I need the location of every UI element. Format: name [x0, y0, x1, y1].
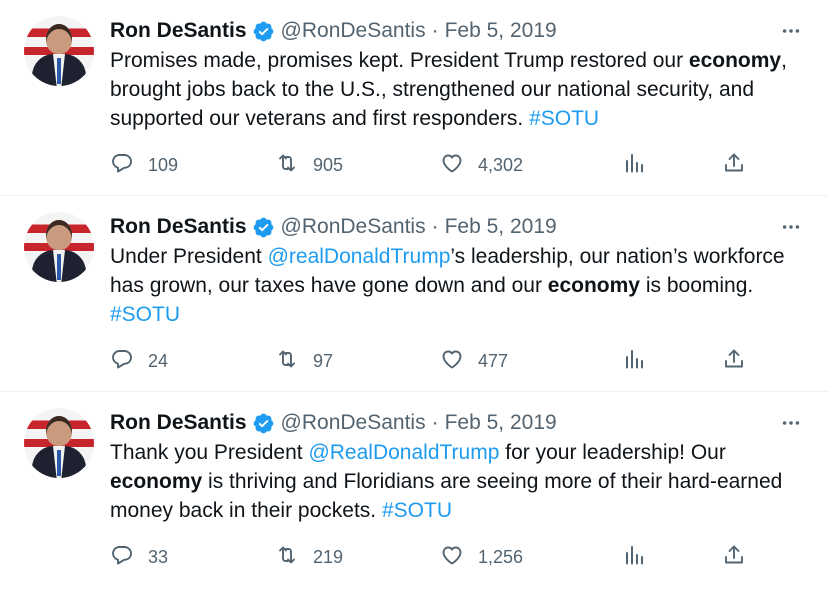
- separator-dot: ·: [431, 19, 439, 42]
- tweet-header: Ron DeSantis @RonDeSantis · Feb 5, 2019: [110, 408, 804, 438]
- hashtag-link[interactable]: #SOTU: [529, 107, 599, 130]
- reply-count: 24: [148, 350, 169, 371]
- share-button[interactable]: [722, 346, 746, 376]
- reply-count: 109: [148, 154, 179, 175]
- tweet[interactable]: Ron DeSantis @RonDeSantis · Feb 5, 2019 …: [0, 392, 828, 588]
- tweet-text-segment: Promises made, promises kept. President …: [110, 49, 689, 72]
- reply-button[interactable]: 33: [110, 542, 168, 572]
- like-icon: [440, 543, 464, 572]
- avatar-tie: [57, 58, 61, 84]
- retweet-icon: [275, 543, 299, 572]
- share-icon: [722, 151, 746, 180]
- retweet-count: 97: [313, 350, 334, 371]
- tweet-actions: 109 905 4,302: [110, 150, 810, 180]
- like-count: 477: [478, 350, 509, 371]
- mention-link[interactable]: @realDonaldTrump: [268, 245, 451, 268]
- tweet-text-segment: for your leadership! Our: [499, 441, 726, 464]
- author-handle[interactable]: @RonDeSantis: [281, 19, 426, 43]
- author-handle[interactable]: @RonDeSantis: [281, 215, 426, 239]
- tweet[interactable]: Ron DeSantis @RonDeSantis · Feb 5, 2019 …: [0, 0, 828, 196]
- tweet-header: Ron DeSantis @RonDeSantis · Feb 5, 2019: [110, 212, 804, 242]
- separator-dot: ·: [431, 411, 439, 434]
- hashtag-link[interactable]: #SOTU: [110, 303, 180, 326]
- like-button[interactable]: 477: [440, 346, 508, 376]
- tweet-date[interactable]: Feb 5, 2019: [445, 411, 557, 435]
- tweet-text-segment: Thank you President: [110, 441, 309, 464]
- avatar-head: [46, 24, 72, 54]
- tweet-actions: 33 219 1,256: [110, 542, 810, 572]
- tweet-content: Ron DeSantis @RonDeSantis · Feb 5, 2019 …: [110, 212, 804, 329]
- author-handle[interactable]: @RonDeSantis: [281, 411, 426, 435]
- tweet-content: Ron DeSantis @RonDeSantis · Feb 5, 2019 …: [110, 408, 804, 525]
- tweet-date[interactable]: Feb 5, 2019: [445, 215, 557, 239]
- reply-count: 33: [148, 546, 169, 567]
- tweet-text-segment: is booming.: [640, 274, 754, 297]
- tweet-content: Ron DeSantis @RonDeSantis · Feb 5, 2019 …: [110, 16, 804, 133]
- retweet-button[interactable]: 219: [275, 542, 343, 572]
- tweet[interactable]: Ron DeSantis @RonDeSantis · Feb 5, 2019 …: [0, 196, 828, 392]
- tweet-text: Thank you President @RealDonaldTrump for…: [110, 438, 804, 525]
- reply-icon: [110, 151, 134, 180]
- avatar-head: [46, 416, 72, 446]
- views-icon: [622, 151, 646, 180]
- like-button[interactable]: 1,256: [440, 542, 523, 572]
- like-count: 1,256: [478, 546, 524, 567]
- tweet-header: Ron DeSantis @RonDeSantis · Feb 5, 2019: [110, 16, 804, 46]
- share-icon: [722, 347, 746, 376]
- share-button[interactable]: [722, 150, 746, 180]
- views-button[interactable]: [622, 346, 646, 376]
- verified-badge-icon: [252, 412, 275, 435]
- reply-icon: [110, 347, 134, 376]
- like-count: 4,302: [478, 154, 524, 175]
- views-button[interactable]: [622, 542, 646, 572]
- tweet-text-segment: Under President: [110, 245, 268, 268]
- retweet-count: 905: [313, 154, 344, 175]
- bold-text: economy: [110, 470, 203, 493]
- separator-dot: ·: [431, 215, 439, 238]
- tweet-feed: Ron DeSantis @RonDeSantis · Feb 5, 2019 …: [0, 0, 828, 588]
- share-button[interactable]: [722, 542, 746, 572]
- mention-link[interactable]: @RealDonaldTrump: [308, 441, 499, 464]
- tweet-date[interactable]: Feb 5, 2019: [445, 19, 557, 43]
- tweet-text: Under President @realDonaldTrump’s leade…: [110, 242, 804, 329]
- views-icon: [622, 543, 646, 572]
- more-icon[interactable]: [778, 408, 804, 438]
- author-name[interactable]: Ron DeSantis: [110, 215, 247, 239]
- retweet-button[interactable]: 97: [275, 346, 333, 376]
- reply-button[interactable]: 109: [110, 150, 178, 180]
- like-button[interactable]: 4,302: [440, 150, 523, 180]
- avatar[interactable]: [24, 408, 94, 478]
- avatar[interactable]: [24, 16, 94, 86]
- retweet-icon: [275, 347, 299, 376]
- tweet-text: Promises made, promises kept. President …: [110, 46, 804, 133]
- retweet-icon: [275, 151, 299, 180]
- avatar-head: [46, 220, 72, 250]
- retweet-count: 219: [313, 546, 344, 567]
- views-icon: [622, 347, 646, 376]
- like-icon: [440, 347, 464, 376]
- avatar-tie: [57, 450, 61, 476]
- author-name[interactable]: Ron DeSantis: [110, 411, 247, 435]
- verified-badge-icon: [252, 216, 275, 239]
- share-icon: [722, 543, 746, 572]
- like-icon: [440, 151, 464, 180]
- avatar-tie: [57, 254, 61, 280]
- more-icon[interactable]: [778, 16, 804, 46]
- reply-button[interactable]: 24: [110, 346, 168, 376]
- hashtag-link[interactable]: #SOTU: [382, 499, 452, 522]
- more-icon[interactable]: [778, 212, 804, 242]
- bold-text: economy: [688, 49, 782, 72]
- retweet-button[interactable]: 905: [275, 150, 343, 180]
- reply-icon: [110, 543, 134, 572]
- tweet-actions: 24 97 477: [110, 346, 810, 376]
- views-button[interactable]: [622, 150, 646, 180]
- author-name[interactable]: Ron DeSantis: [110, 19, 247, 43]
- avatar[interactable]: [24, 212, 94, 282]
- verified-badge-icon: [252, 20, 275, 43]
- bold-text: economy: [547, 274, 640, 297]
